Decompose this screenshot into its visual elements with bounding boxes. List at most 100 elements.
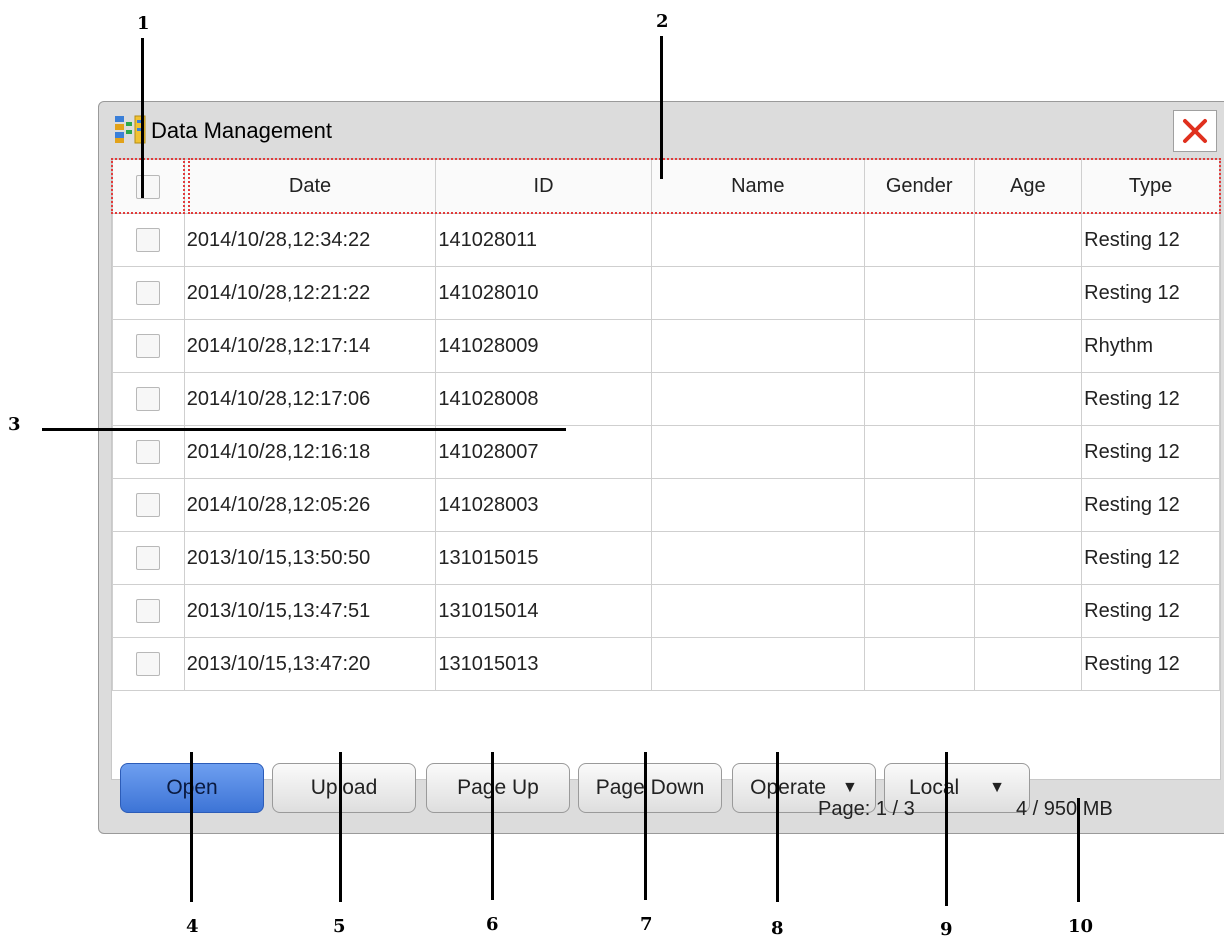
cell-age — [973, 213, 1083, 267]
chevron-down-icon: ▼ — [842, 779, 858, 796]
page-up-button[interactable]: Page Up — [426, 763, 570, 813]
row-checkbox[interactable] — [136, 440, 161, 464]
cell-type: Resting 12 — [1081, 531, 1220, 585]
table-row[interactable]: 2013/10/15,13:50:50 131015015 Resting 12 — [112, 531, 1220, 585]
cell-id: 131015015 — [435, 531, 652, 585]
cell-name — [650, 425, 865, 479]
cell-id: 141028011 — [435, 213, 652, 267]
row-checkbox-cell[interactable] — [112, 319, 185, 373]
table-row[interactable]: 2014/10/28,12:17:14 141028009 Rhythm — [112, 319, 1220, 373]
data-table: Date ID Name Gender Age Type 2014/10/28,… — [112, 159, 1220, 691]
select-all-cell[interactable] — [112, 159, 185, 214]
cell-type: Resting 12 — [1081, 213, 1220, 267]
cell-gender — [863, 213, 975, 267]
callout-line-7 — [644, 752, 647, 900]
close-button[interactable] — [1173, 110, 1217, 152]
cell-type: Resting 12 — [1081, 637, 1220, 691]
column-header-age[interactable]: Age — [973, 159, 1083, 214]
table-row[interactable]: 2014/10/28,12:16:18 141028007 Resting 12 — [112, 425, 1220, 479]
cell-gender — [863, 637, 975, 691]
column-header-type[interactable]: Type — [1081, 159, 1220, 214]
cell-type: Resting 12 — [1081, 425, 1220, 479]
page-down-button[interactable]: Page Down — [578, 763, 722, 813]
callout-8: 8 — [771, 918, 784, 939]
column-header-gender[interactable]: Gender — [863, 159, 975, 214]
cell-name — [650, 372, 865, 426]
close-icon — [1183, 119, 1207, 143]
callout-line-3 — [42, 428, 566, 431]
cell-age — [973, 637, 1083, 691]
window-title: Data Management — [151, 118, 332, 143]
row-checkbox-cell[interactable] — [112, 372, 185, 426]
column-header-date[interactable]: Date — [183, 159, 437, 214]
row-checkbox[interactable] — [136, 387, 161, 411]
row-checkbox[interactable] — [136, 228, 161, 252]
row-checkbox[interactable] — [136, 281, 161, 305]
cell-date: 2014/10/28,12:21:22 — [183, 266, 437, 320]
row-checkbox[interactable] — [136, 493, 161, 517]
page-indicator: Page: 1 / 3 — [818, 798, 915, 820]
operate-dropdown-label: Operate — [750, 776, 827, 799]
storage-usage: 4 / 950 MB — [1016, 798, 1113, 820]
table-row[interactable]: 2013/10/15,13:47:51 131015014 Resting 12 — [112, 584, 1220, 638]
upload-button[interactable]: Upload — [272, 763, 416, 813]
chevron-down-icon: ▼ — [989, 779, 1006, 796]
data-list-panel: Date ID Name Gender Age Type 2014/10/28,… — [111, 158, 1221, 813]
row-checkbox[interactable] — [136, 599, 161, 623]
cell-id: 131015014 — [435, 584, 652, 638]
cell-date: 2014/10/28,12:17:06 — [183, 372, 437, 426]
row-checkbox-cell[interactable] — [112, 531, 185, 585]
table-row[interactable]: 2014/10/28,12:21:22 141028010 Resting 12 — [112, 266, 1220, 320]
page-up-button-label: Page Up — [457, 776, 539, 799]
table-row[interactable]: 2013/10/15,13:47:20 131015013 Resting 12 — [112, 637, 1220, 691]
row-checkbox[interactable] — [136, 652, 161, 676]
callout-line-1 — [141, 38, 144, 198]
callout-6: 6 — [486, 914, 499, 935]
cell-name — [650, 266, 865, 320]
column-header-name[interactable]: Name — [650, 159, 865, 214]
cell-id: 141028003 — [435, 478, 652, 532]
cell-name — [650, 478, 865, 532]
cell-date: 2013/10/15,13:50:50 — [183, 531, 437, 585]
callout-line-9 — [945, 752, 948, 906]
row-checkbox[interactable] — [136, 334, 161, 358]
callout-3: 3 — [8, 414, 21, 435]
select-all-checkbox[interactable] — [136, 174, 161, 199]
cell-id: 141028008 — [435, 372, 652, 426]
cell-gender — [863, 372, 975, 426]
page-down-button-label: Page Down — [595, 776, 705, 799]
row-checkbox-cell[interactable] — [112, 584, 185, 638]
row-checkbox-cell[interactable] — [112, 425, 185, 479]
table-row[interactable]: 2014/10/28,12:05:26 141028003 Resting 12 — [112, 478, 1220, 532]
row-checkbox-cell[interactable] — [112, 478, 185, 532]
row-checkbox-cell[interactable] — [112, 213, 185, 267]
cell-date: 2014/10/28,12:16:18 — [183, 425, 437, 479]
local-dropdown-label: Local — [908, 776, 960, 799]
cell-gender — [863, 478, 975, 532]
cell-date: 2013/10/15,13:47:20 — [183, 637, 437, 691]
cell-type: Resting 12 — [1081, 584, 1220, 638]
cell-id: 141028010 — [435, 266, 652, 320]
callout-5: 5 — [333, 916, 346, 937]
cell-type: Rhythm — [1081, 319, 1220, 373]
row-checkbox-cell[interactable] — [112, 637, 185, 691]
row-checkbox[interactable] — [136, 546, 161, 570]
cell-name — [650, 584, 865, 638]
column-header-id[interactable]: ID — [435, 159, 652, 214]
cell-age — [973, 478, 1083, 532]
callout-line-8 — [776, 752, 779, 902]
cell-id: 141028009 — [435, 319, 652, 373]
cell-date: 2014/10/28,12:17:14 — [183, 319, 437, 373]
row-checkbox-cell[interactable] — [112, 266, 185, 320]
cell-age — [973, 372, 1083, 426]
callout-4: 4 — [186, 916, 199, 937]
cell-age — [973, 319, 1083, 373]
callout-2: 2 — [656, 11, 669, 32]
cell-gender — [863, 319, 975, 373]
table-row[interactable]: 2014/10/28,12:34:22 141028011 Resting 12 — [112, 213, 1220, 267]
cell-gender — [863, 266, 975, 320]
cell-date: 2013/10/15,13:47:51 — [183, 584, 437, 638]
table-row[interactable]: 2014/10/28,12:17:06 141028008 Resting 12 — [112, 372, 1220, 426]
cell-id: 141028007 — [435, 425, 652, 479]
cell-gender — [863, 531, 975, 585]
